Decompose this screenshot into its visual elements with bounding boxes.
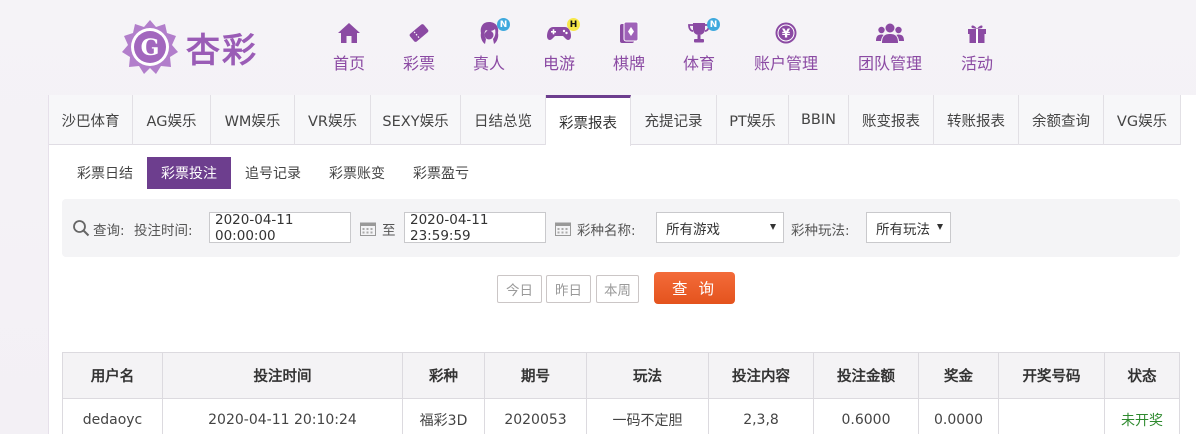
status-badge: 未开奖 [1104,398,1180,434]
tab-pt[interactable]: PT娱乐 [717,95,789,145]
end-time-input[interactable]: 2020-04-11 23:59:59 [404,212,546,244]
col-status[interactable]: 状态 [1104,352,1180,399]
table-row[interactable]: dedaoyc 2020-04-11 20:10:24 福彩3D 2020053… [62,398,1180,434]
table-header-row: 用户名 投注时间 彩种 期号 玩法 投注内容 投注金额 奖金 开奖号码 状态 [62,352,1180,399]
gift-icon [962,20,992,46]
to-label: 至 [382,223,396,239]
col-username[interactable]: 用户名 [62,352,163,399]
nav-item-team[interactable]: 团队管理 [856,20,924,74]
trophy-icon: N [684,18,720,46]
play-type-select[interactable]: 所有玩法 [866,212,951,243]
nav-item-sports[interactable]: N 体育 [681,18,720,74]
team-users-icon [875,20,905,46]
cell-lottery-type: 福彩3D [402,398,485,434]
tab-saba-sports[interactable]: 沙巴体育 [49,95,133,145]
cell-play-method: 一码不定胆 [586,398,709,434]
report-tabs: 沙巴体育 AG娱乐 WM娱乐 VR娱乐 SEXY娱乐 日结总览 彩票报表 充提记… [49,95,1181,146]
report-panel: 沙巴体育 AG娱乐 WM娱乐 VR娱乐 SEXY娱乐 日结总览 彩票报表 充提记… [48,95,1196,434]
new-badge: N [707,18,720,31]
subtab-balance-changes[interactable]: 彩票账变 [315,157,399,189]
lottery-ticket-icon [404,20,434,46]
game-name-label: 彩种名称: [577,223,636,239]
playing-cards-icon [614,20,644,46]
calendar-icon[interactable] [360,221,376,236]
col-prize[interactable]: 奖金 [918,352,999,399]
cell-bet-time: 2020-04-11 20:10:24 [162,398,403,434]
subtab-bets[interactable]: 彩票投注 [147,157,231,189]
lottery-subtabs: 彩票日结 彩票投注 追号记录 彩票账变 彩票盈亏 [63,157,483,189]
this-week-button[interactable]: 本周 [596,275,639,303]
col-issue-number[interactable]: 期号 [484,352,587,399]
chevron-down-icon [770,224,776,230]
query-label: 查询: [93,223,125,239]
gamepad-icon: H [544,18,580,46]
chevron-down-icon [937,224,943,230]
search-button[interactable]: 查 询 [654,272,735,304]
col-bet-content[interactable]: 投注内容 [708,352,814,399]
bet-time-label: 投注时间: [134,223,193,239]
cell-draw-numbers [998,398,1105,434]
svg-text:¥: ¥ [782,27,791,41]
main-nav: 首页 彩票 N 真人 H 电游 棋牌 N 体育 ¥ 账户管理 团队管理 活动 [0,18,1196,80]
home-icon [334,20,364,46]
cell-username: dedaoyc [62,398,163,434]
yesterday-button[interactable]: 昨日 [546,275,591,303]
site-header: G 杏彩 首页 彩票 N 真人 H 电游 棋牌 N 体育 ¥ 账户管理 团队管理… [0,0,1196,95]
bet-records-table: 用户名 投注时间 彩种 期号 玩法 投注内容 投注金额 奖金 开奖号码 状态 d… [62,352,1180,434]
hot-badge: H [567,18,580,31]
search-icon [73,220,90,237]
nav-item-live[interactable]: N 真人 [471,18,510,74]
cell-bet-content: 2,3,8 [708,398,814,434]
live-dealer-icon: N [474,18,510,46]
col-play-method[interactable]: 玩法 [586,352,709,399]
tab-lottery-report[interactable]: 彩票报表 [546,95,631,146]
subtab-chase-records[interactable]: 追号记录 [231,157,315,189]
tab-vg[interactable]: VG娱乐 [1104,95,1181,145]
play-select-value: 所有玩法 [876,221,930,238]
nav-item-lottery[interactable]: 彩票 [401,20,437,74]
new-badge: N [497,18,510,31]
nav-item-cards[interactable]: 棋牌 [611,20,647,74]
calendar-icon[interactable] [555,221,571,236]
cell-prize: 0.0000 [918,398,999,434]
play-type-label: 彩种玩法: [791,223,850,239]
tab-balance-change-report[interactable]: 账变报表 [849,95,934,145]
start-time-input[interactable]: 2020-04-11 00:00:00 [209,212,351,244]
nav-item-egames[interactable]: H 电游 [541,18,580,74]
col-lottery-type[interactable]: 彩种 [402,352,485,399]
nav-item-home[interactable]: 首页 [331,20,367,74]
tab-bbin[interactable]: BBIN [789,95,849,145]
nav-item-account[interactable]: ¥ 账户管理 [752,20,820,74]
tab-daily-overview[interactable]: 日结总览 [461,95,546,145]
search-filter-bar: 查询: 投注时间: 2020-04-11 00:00:00 至 2020-04-… [62,199,1180,257]
tab-vr[interactable]: VR娱乐 [295,95,371,145]
tab-balance-query[interactable]: 余额查询 [1019,95,1104,145]
col-bet-amount[interactable]: 投注金额 [813,352,919,399]
today-button[interactable]: 今日 [497,275,542,303]
tab-sexy[interactable]: SEXY娱乐 [371,95,461,145]
tab-ag[interactable]: AG娱乐 [133,95,211,145]
subtab-profit-loss[interactable]: 彩票盈亏 [399,157,483,189]
col-bet-time[interactable]: 投注时间 [162,352,403,399]
tab-transfer-report[interactable]: 转账报表 [934,95,1019,145]
tab-wm[interactable]: WM娱乐 [211,95,295,145]
cell-issue-number: 2020053 [484,398,587,434]
game-name-select[interactable]: 所有游戏 [656,212,784,243]
game-select-value: 所有游戏 [666,221,720,238]
yen-coin-icon: ¥ [771,20,801,46]
tab-deposit-withdraw[interactable]: 充提记录 [631,95,717,145]
col-draw-numbers[interactable]: 开奖号码 [998,352,1105,399]
subtab-daily-settlement[interactable]: 彩票日结 [63,157,147,189]
cell-bet-amount: 0.6000 [813,398,919,434]
nav-item-events[interactable]: 活动 [959,20,995,74]
